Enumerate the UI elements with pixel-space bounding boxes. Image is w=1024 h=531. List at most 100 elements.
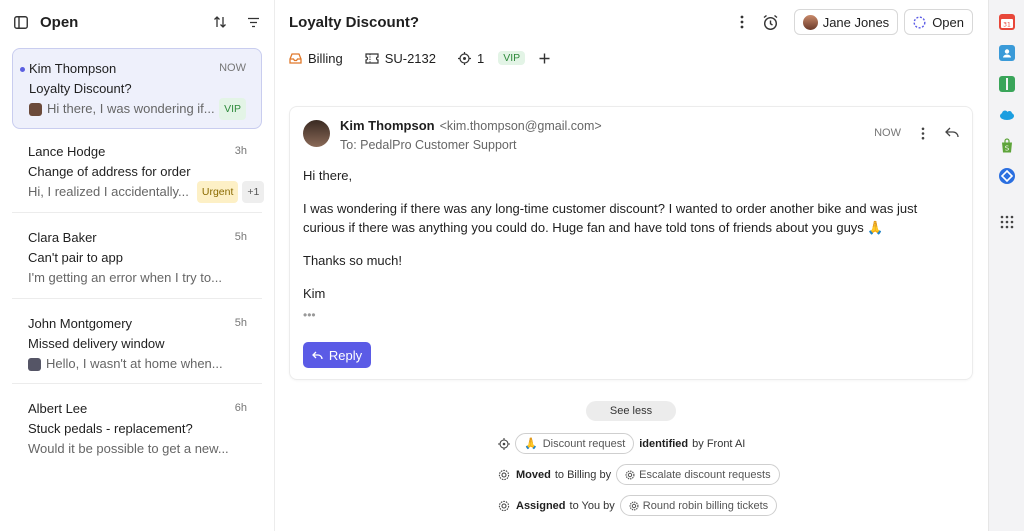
apps-grid-icon[interactable]: [999, 214, 1015, 230]
email-timestamp: NOW: [874, 127, 901, 139]
conversation-list-panel: Open Kim Thompson NOW Loyalty Discount? H…: [0, 0, 275, 531]
list-item[interactable]: Albert Lee 6h Stuck pedals - replacement?…: [12, 384, 262, 468]
filter-icon[interactable]: [247, 17, 260, 28]
subject: Stuck pedals - replacement?: [28, 421, 193, 436]
see-less-button[interactable]: See less: [586, 401, 676, 421]
email-paragraph: I was wondering if there was any long-ti…: [303, 201, 918, 235]
reply-label: Reply: [328, 347, 363, 363]
message-more-icon[interactable]: [921, 127, 925, 140]
avatar: [28, 357, 41, 371]
list-item[interactable]: Clara Baker 5h Can't pair to app I'm gett…: [12, 213, 262, 299]
target-icon: [458, 51, 471, 65]
avatar: [802, 14, 818, 30]
assignee-name: Jane Jones: [822, 14, 890, 30]
conversation-view: Loyalty Discount? Jane Jones Open Billin…: [276, 0, 987, 531]
conversation-tags: Billing SU-2132 1 VIP: [276, 44, 987, 72]
ticket-icon: [365, 52, 379, 64]
ticket-id: SU-2132: [384, 50, 436, 66]
timestamp: NOW: [219, 62, 246, 74]
rule-gear-icon: [498, 469, 510, 480]
status-label: Open: [932, 14, 964, 30]
shopify-bag-icon[interactable]: S: [999, 138, 1015, 154]
preview: Hi there, I was wondering if...: [47, 101, 215, 116]
open-status-icon: [913, 15, 926, 29]
sender-name: John Montgomery: [28, 315, 133, 331]
expand-quoted-icon[interactable]: •••: [290, 309, 972, 321]
sender-name: Albert Lee: [28, 400, 88, 416]
activity-suffix: by Front AI: [692, 437, 746, 450]
app: Open Kim Thompson NOW Loyalty Discount? H…: [0, 0, 1024, 531]
activity-pill-label: Discount request: [542, 437, 626, 450]
subject: Loyalty Discount?: [29, 81, 132, 96]
ticket-chip[interactable]: SU-2132: [365, 51, 436, 66]
activity-item: 🙏 Discount request identified by Front AI: [498, 433, 745, 454]
inbox-chip[interactable]: Billing: [289, 51, 343, 66]
rule-pill[interactable]: Escalate discount requests: [616, 464, 780, 485]
email-greeting: Hi there,: [303, 168, 353, 183]
preview: Hi, I realized I accidentally...: [28, 184, 189, 199]
preview: Hello, I wasn't at home when...: [46, 356, 223, 371]
activity-item: Assigned to You by Round robin billing ti…: [498, 495, 782, 516]
sender-name: Kim Thompson: [29, 60, 117, 76]
target-icon: [498, 437, 510, 450]
inbox-icon: [289, 52, 302, 64]
preview: Would it be possible to get a new...: [28, 441, 229, 456]
gear-icon: [629, 500, 639, 511]
ai-count-chip[interactable]: 1: [458, 51, 484, 66]
preview: I'm getting an error when I try to...: [28, 270, 222, 285]
inbox-label: Billing: [308, 50, 343, 66]
sender-avatar: [303, 120, 330, 147]
vip-tag: VIP: [219, 98, 246, 120]
rule-gear-icon: [498, 500, 510, 511]
reply-icon: [311, 351, 323, 359]
sidebar-toggle-icon[interactable]: [14, 15, 28, 29]
conversation-header: Loyalty Discount? Jane Jones Open: [276, 0, 987, 44]
activity-prefix: to Billing by: [554, 468, 612, 481]
add-tag-icon[interactable]: [539, 53, 550, 64]
sender-name: Kim Thompson: [340, 118, 435, 133]
timestamp: 5h: [234, 317, 247, 329]
contacts-icon[interactable]: [999, 45, 1015, 61]
avatar: [29, 102, 42, 116]
timestamp: 6h: [234, 402, 247, 414]
list-header: Open: [0, 0, 274, 44]
sender-email: <kim.thompson@gmail.com>: [439, 119, 602, 133]
activity-verb: identified: [639, 437, 689, 450]
list-title: Open: [40, 13, 79, 31]
salesforce-cloud-icon[interactable]: [999, 107, 1015, 123]
jira-icon[interactable]: [999, 168, 1015, 184]
status-button[interactable]: Open: [904, 9, 973, 35]
email-signature: Kim: [303, 286, 326, 301]
subject: Missed delivery window: [28, 336, 165, 351]
list-item[interactable]: Kim Thompson NOW Loyalty Discount? Hi the…: [12, 48, 262, 129]
rule-pill[interactable]: Round robin billing tickets: [619, 495, 778, 516]
reply-arrow-icon[interactable]: [945, 127, 959, 138]
list-item[interactable]: John Montgomery 5h Missed delivery window…: [12, 299, 262, 384]
sort-icon[interactable]: [213, 15, 227, 29]
subject: Change of address for order: [28, 164, 191, 179]
activity-pill[interactable]: 🙏 Discount request: [515, 433, 635, 454]
sender-name: Clara Baker: [28, 229, 97, 245]
gear-icon: [625, 469, 635, 480]
more-options-icon[interactable]: [740, 15, 744, 29]
timestamp: 5h: [234, 231, 247, 243]
assignee-button[interactable]: Jane Jones: [793, 9, 899, 35]
urgent-tag: Urgent: [196, 181, 239, 203]
rule-pill-label: Round robin billing tickets: [642, 499, 769, 512]
subject: Can't pair to app: [28, 250, 123, 265]
conversation-title: Loyalty Discount?: [289, 13, 420, 31]
sender-name: Lance Hodge: [28, 143, 106, 159]
activity-item: Moved to Billing by Escalate discount req…: [498, 464, 785, 485]
list-item[interactable]: Lance Hodge 3h Change of address for orde…: [12, 129, 265, 213]
rule-pill-label: Escalate discount requests: [639, 468, 771, 481]
recipient: To: PedalPro Customer Support: [340, 138, 517, 152]
snooze-alarm-icon[interactable]: [762, 14, 779, 31]
more-tags-count: +1: [242, 181, 265, 203]
calendar-icon[interactable]: 31: [999, 14, 1015, 30]
pray-icon: 🙏: [524, 438, 538, 450]
email-message: Kim Thompson <kim.thompson@gmail.com> To:…: [289, 106, 973, 380]
reply-button[interactable]: Reply: [303, 342, 371, 368]
vip-tag[interactable]: VIP: [498, 51, 526, 65]
email-body: Hi there, I was wondering if there was a…: [290, 152, 972, 303]
sheets-icon[interactable]: [999, 76, 1015, 92]
